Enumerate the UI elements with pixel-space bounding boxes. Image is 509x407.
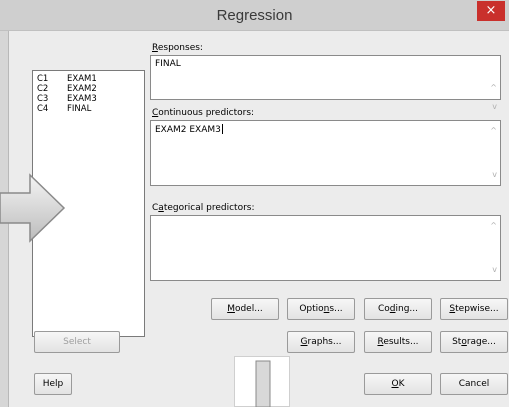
categorical-predictors-field[interactable]: ^ v [150, 215, 501, 281]
regression-dialog: C1 EXAM1 C2 EXAM2 C3 EXAM3 C4 FINAL Resp… [8, 31, 509, 407]
storage-button[interactable]: Storage... [440, 331, 508, 353]
scroll-down-icon[interactable]: v [492, 171, 497, 179]
continuous-predictors-field[interactable]: EXAM2 EXAM3 ^ v [150, 120, 501, 186]
overlay-rectangle-icon [234, 356, 290, 407]
coding-button[interactable]: Coding... [364, 298, 432, 320]
continuous-predictors-label: Continuous predictors: [152, 108, 255, 118]
ok-button[interactable]: OK [364, 373, 432, 395]
window-title: Regression [216, 7, 293, 24]
cancel-button[interactable]: Cancel [440, 373, 508, 395]
responses-value: FINAL [155, 59, 181, 69]
stepwise-button[interactable]: Stepwise... [440, 298, 508, 320]
close-icon: × [485, 3, 497, 18]
continuous-predictors-value: EXAM2 EXAM3 [155, 124, 223, 135]
results-button[interactable]: Results... [364, 331, 432, 353]
scroll-up-icon[interactable]: ^ [490, 84, 497, 92]
var-column: C4 [37, 104, 49, 114]
help-button[interactable]: Help [34, 373, 72, 395]
title-bar: Regression × [0, 0, 509, 31]
select-button[interactable]: Select [34, 331, 120, 353]
close-button[interactable]: × [477, 1, 505, 21]
graphs-button[interactable]: Graphs... [287, 331, 355, 353]
model-button[interactable]: Model... [211, 298, 279, 320]
responses-label: Responses: [152, 43, 203, 53]
categorical-predictors-label: Categorical predictors: [152, 203, 255, 213]
scroll-up-icon[interactable]: ^ [490, 222, 497, 230]
options-button[interactable]: Options... [287, 298, 355, 320]
var-name: FINAL [67, 104, 92, 114]
scroll-down-icon[interactable]: v [492, 103, 497, 111]
scroll-down-icon[interactable]: v [492, 266, 497, 274]
responses-field[interactable]: FINAL ^ v [150, 55, 501, 111]
arrow-right-icon [0, 173, 66, 243]
text-caret [221, 124, 223, 134]
scroll-up-icon[interactable]: ^ [490, 127, 497, 135]
